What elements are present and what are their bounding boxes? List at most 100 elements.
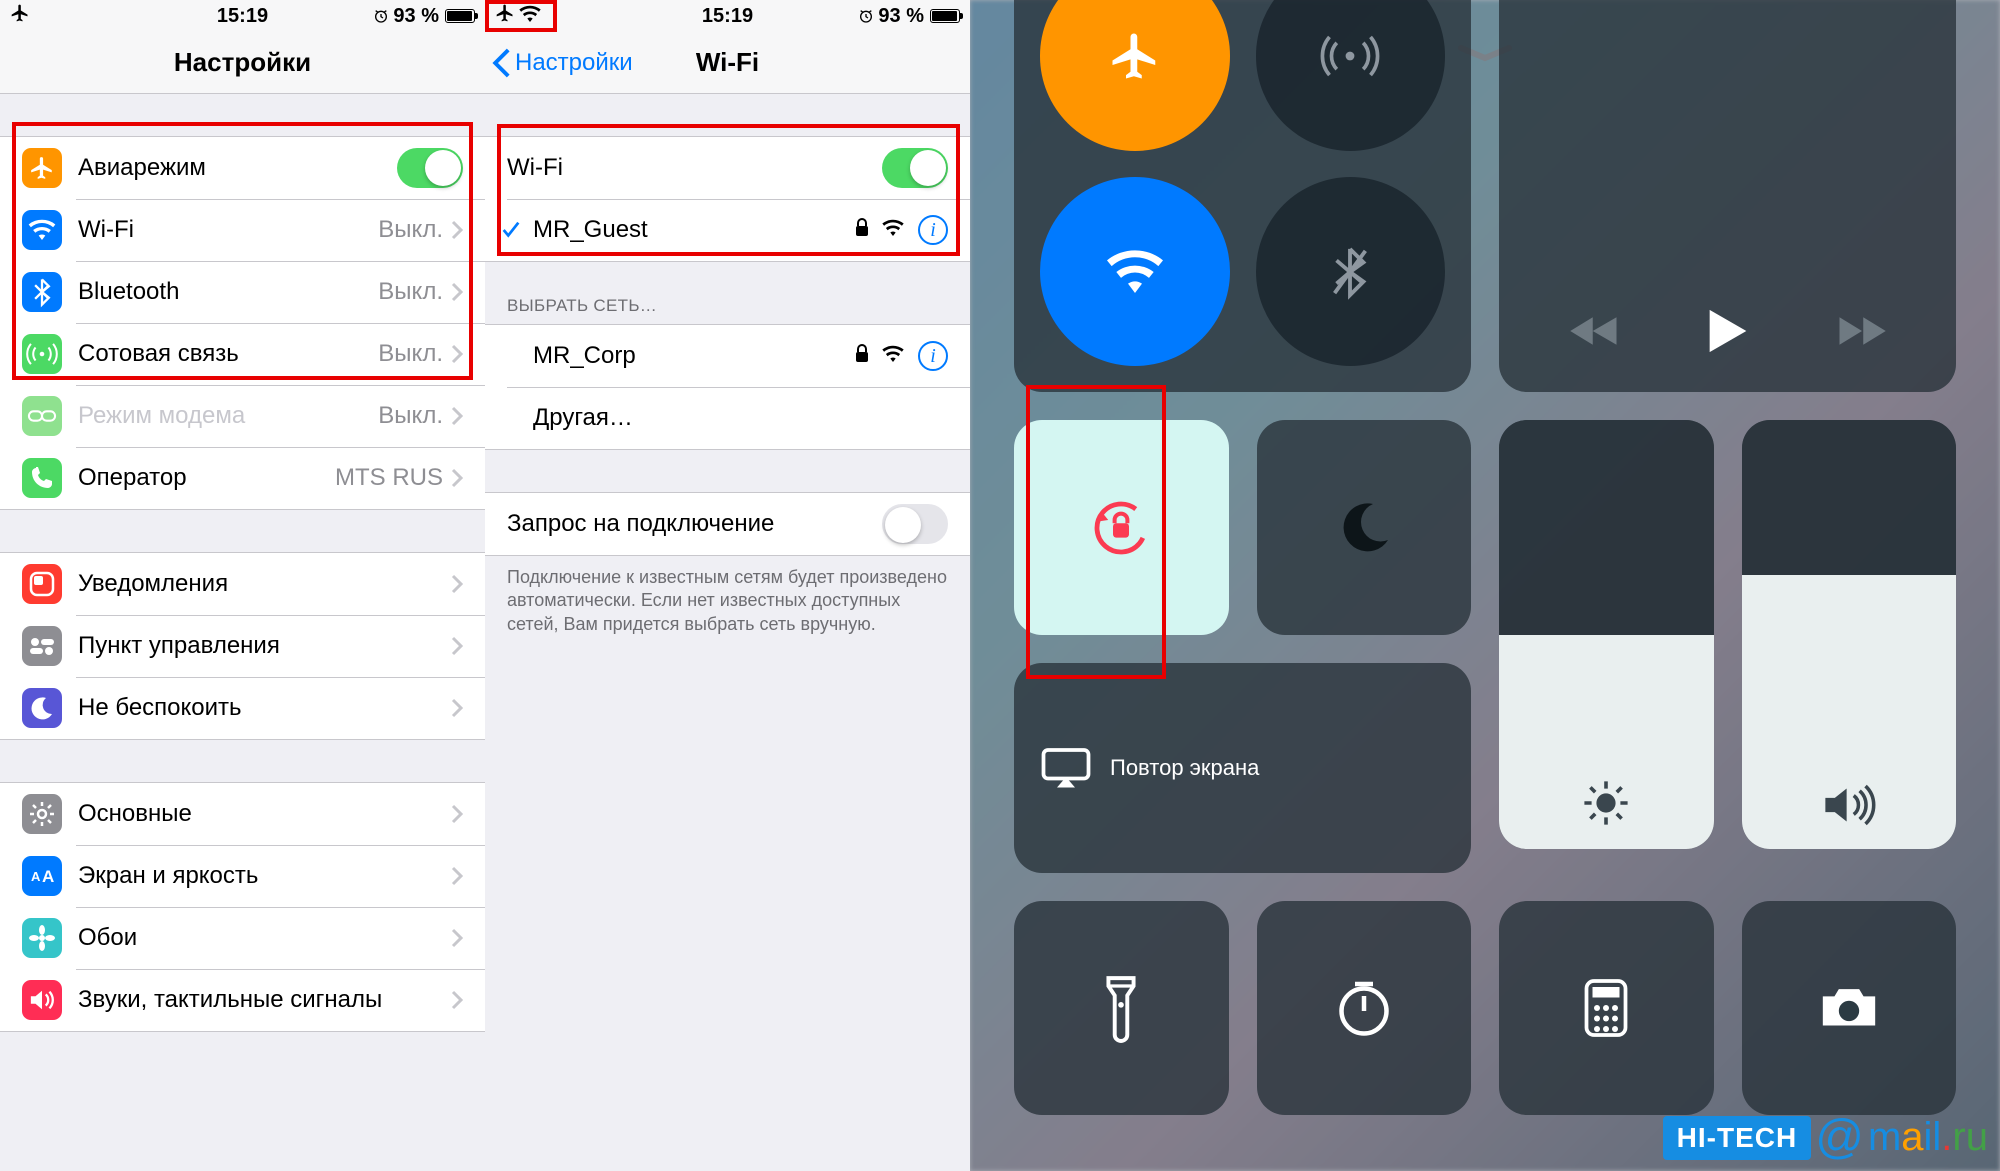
row-label: Не беспокоить: [78, 694, 451, 722]
status-bar: 15:19 93 %: [485, 0, 970, 32]
lock-icon: [854, 218, 870, 243]
settings-group-notify: Уведомления Пункт управления Не беспокоить: [0, 552, 485, 740]
timer-button[interactable]: [1257, 901, 1472, 1116]
connectivity-tile: [1014, 0, 1471, 392]
chevron-right-icon: [451, 220, 463, 240]
svg-text:A: A: [31, 869, 41, 884]
settings-row[interactable]: Основные: [0, 783, 485, 845]
speaker-icon: [1823, 783, 1875, 827]
settings-row[interactable]: Обои: [0, 907, 485, 969]
wifi-signal-icon: [882, 220, 904, 241]
bluetooth-button[interactable]: [1256, 177, 1446, 367]
camera-button[interactable]: [1742, 901, 1957, 1116]
notif-icon: [22, 564, 62, 604]
airplane-icon: [22, 148, 62, 188]
row-label: Обои: [78, 924, 451, 952]
other-network-row[interactable]: Другая…: [485, 387, 970, 449]
chevron-right-icon: [451, 804, 463, 824]
settings-row[interactable]: Wi-FiВыкл.: [0, 199, 485, 261]
wifi-button[interactable]: [1040, 177, 1230, 367]
row-value: Выкл.: [378, 340, 443, 368]
wifi-settings-screen: 15:19 93 % Настройки Wi-Fi Wi-Fi MR_Gues…: [485, 0, 970, 1171]
prev-track-button[interactable]: [1569, 314, 1619, 353]
battery-icon: [445, 9, 475, 23]
sun-icon: [1582, 779, 1630, 827]
airplane-status-icon: [495, 3, 515, 29]
cc-icon: [22, 626, 62, 666]
chevron-right-icon: [451, 344, 463, 364]
settings-row[interactable]: Не беспокоить: [0, 677, 485, 739]
info-button[interactable]: i: [918, 215, 948, 245]
control-center-grid: Музыка Повтор экрана: [970, 0, 2000, 1171]
wifi-switch[interactable]: [882, 148, 948, 188]
network-name: MR_Guest: [533, 216, 854, 244]
wifi-status-icon: [519, 5, 541, 28]
status-bar: 15:19 93 %: [0, 0, 485, 32]
network-name: MR_Corp: [533, 342, 854, 370]
battery-percent: 93 %: [878, 5, 924, 28]
row-value: MTS RUS: [335, 464, 443, 492]
wifi-toggle-group: Wi-Fi MR_Guest i: [485, 136, 970, 262]
row-label: Режим модема: [78, 402, 378, 430]
alarm-icon: [858, 8, 874, 24]
link-icon: [22, 396, 62, 436]
calculator-button[interactable]: [1499, 901, 1714, 1116]
flashlight-button[interactable]: [1014, 901, 1229, 1116]
settings-row[interactable]: Звуки, тактильные сигналы: [0, 969, 485, 1031]
row-label: Авиарежим: [78, 154, 397, 182]
control-center-screen: Музыка Повтор экрана: [970, 0, 2000, 1171]
settings-row[interactable]: Уведомления: [0, 553, 485, 615]
lock-icon: [854, 344, 870, 369]
watermark-hitech: HI-TECH: [1663, 1116, 1812, 1160]
chevron-right-icon: [451, 990, 463, 1010]
wifi-icon: [22, 210, 62, 250]
media-tile[interactable]: Музыка: [1499, 0, 1956, 392]
chevron-right-icon: [451, 698, 463, 718]
info-button[interactable]: i: [918, 341, 948, 371]
nav-bar: Настройки: [0, 32, 485, 94]
row-label: Экран и яркость: [78, 862, 451, 890]
chevron-right-icon: [451, 636, 463, 656]
back-button[interactable]: Настройки: [495, 49, 633, 77]
mirror-icon: [1042, 748, 1090, 788]
gear-icon: [22, 794, 62, 834]
settings-row[interactable]: ОператорMTS RUS: [0, 447, 485, 509]
toggle-switch[interactable]: [397, 148, 463, 188]
brightness-slider[interactable]: [1499, 420, 1714, 849]
do-not-disturb-button[interactable]: [1257, 420, 1472, 635]
ask-join-switch[interactable]: [882, 504, 948, 544]
settings-group-general: Основные AA Экран и яркость Обои Звуки, такт…: [0, 782, 485, 1032]
settings-row[interactable]: BluetoothВыкл.: [0, 261, 485, 323]
airplane-mode-button[interactable]: [1040, 0, 1230, 151]
wifi-toggle-row[interactable]: Wi-Fi: [485, 137, 970, 199]
row-label: Звуки, тактильные сигналы: [78, 986, 451, 1014]
play-button[interactable]: [1706, 307, 1750, 360]
back-label: Настройки: [515, 49, 633, 77]
row-label: Пункт управления: [78, 632, 451, 660]
page-title: Wi-Fi: [696, 47, 759, 78]
network-row[interactable]: MR_Corp i: [485, 325, 970, 387]
screen-mirroring-button[interactable]: Повтор экрана: [1014, 663, 1471, 873]
settings-row[interactable]: Режим модемаВыкл.: [0, 385, 485, 447]
volume-slider[interactable]: [1742, 420, 1957, 849]
settings-row[interactable]: Авиарежим: [0, 137, 485, 199]
chevron-right-icon: [451, 468, 463, 488]
cellular-data-button[interactable]: [1256, 0, 1446, 151]
flower-icon: [22, 918, 62, 958]
next-track-button[interactable]: [1837, 314, 1887, 353]
settings-row[interactable]: AA Экран и яркость: [0, 845, 485, 907]
chevron-right-icon: [451, 406, 463, 426]
ask-to-join-row[interactable]: Запрос на подключение: [485, 493, 970, 555]
ask-join-footnote: Подключение к известным сетям будет прои…: [485, 556, 970, 636]
battery-percent: 93 %: [393, 5, 439, 28]
settings-row[interactable]: Пункт управления: [0, 615, 485, 677]
wifi-signal-icon: [882, 346, 904, 367]
ask-to-join-group: Запрос на подключение: [485, 492, 970, 556]
chevron-right-icon: [451, 574, 463, 594]
row-label: Основные: [78, 800, 451, 828]
rotation-lock-button[interactable]: [1014, 420, 1229, 635]
settings-row[interactable]: Сотовая связьВыкл.: [0, 323, 485, 385]
svg-text:A: A: [42, 867, 54, 886]
connected-network-row[interactable]: MR_Guest i: [485, 199, 970, 261]
available-networks-group: MR_Corp i Другая…: [485, 324, 970, 450]
